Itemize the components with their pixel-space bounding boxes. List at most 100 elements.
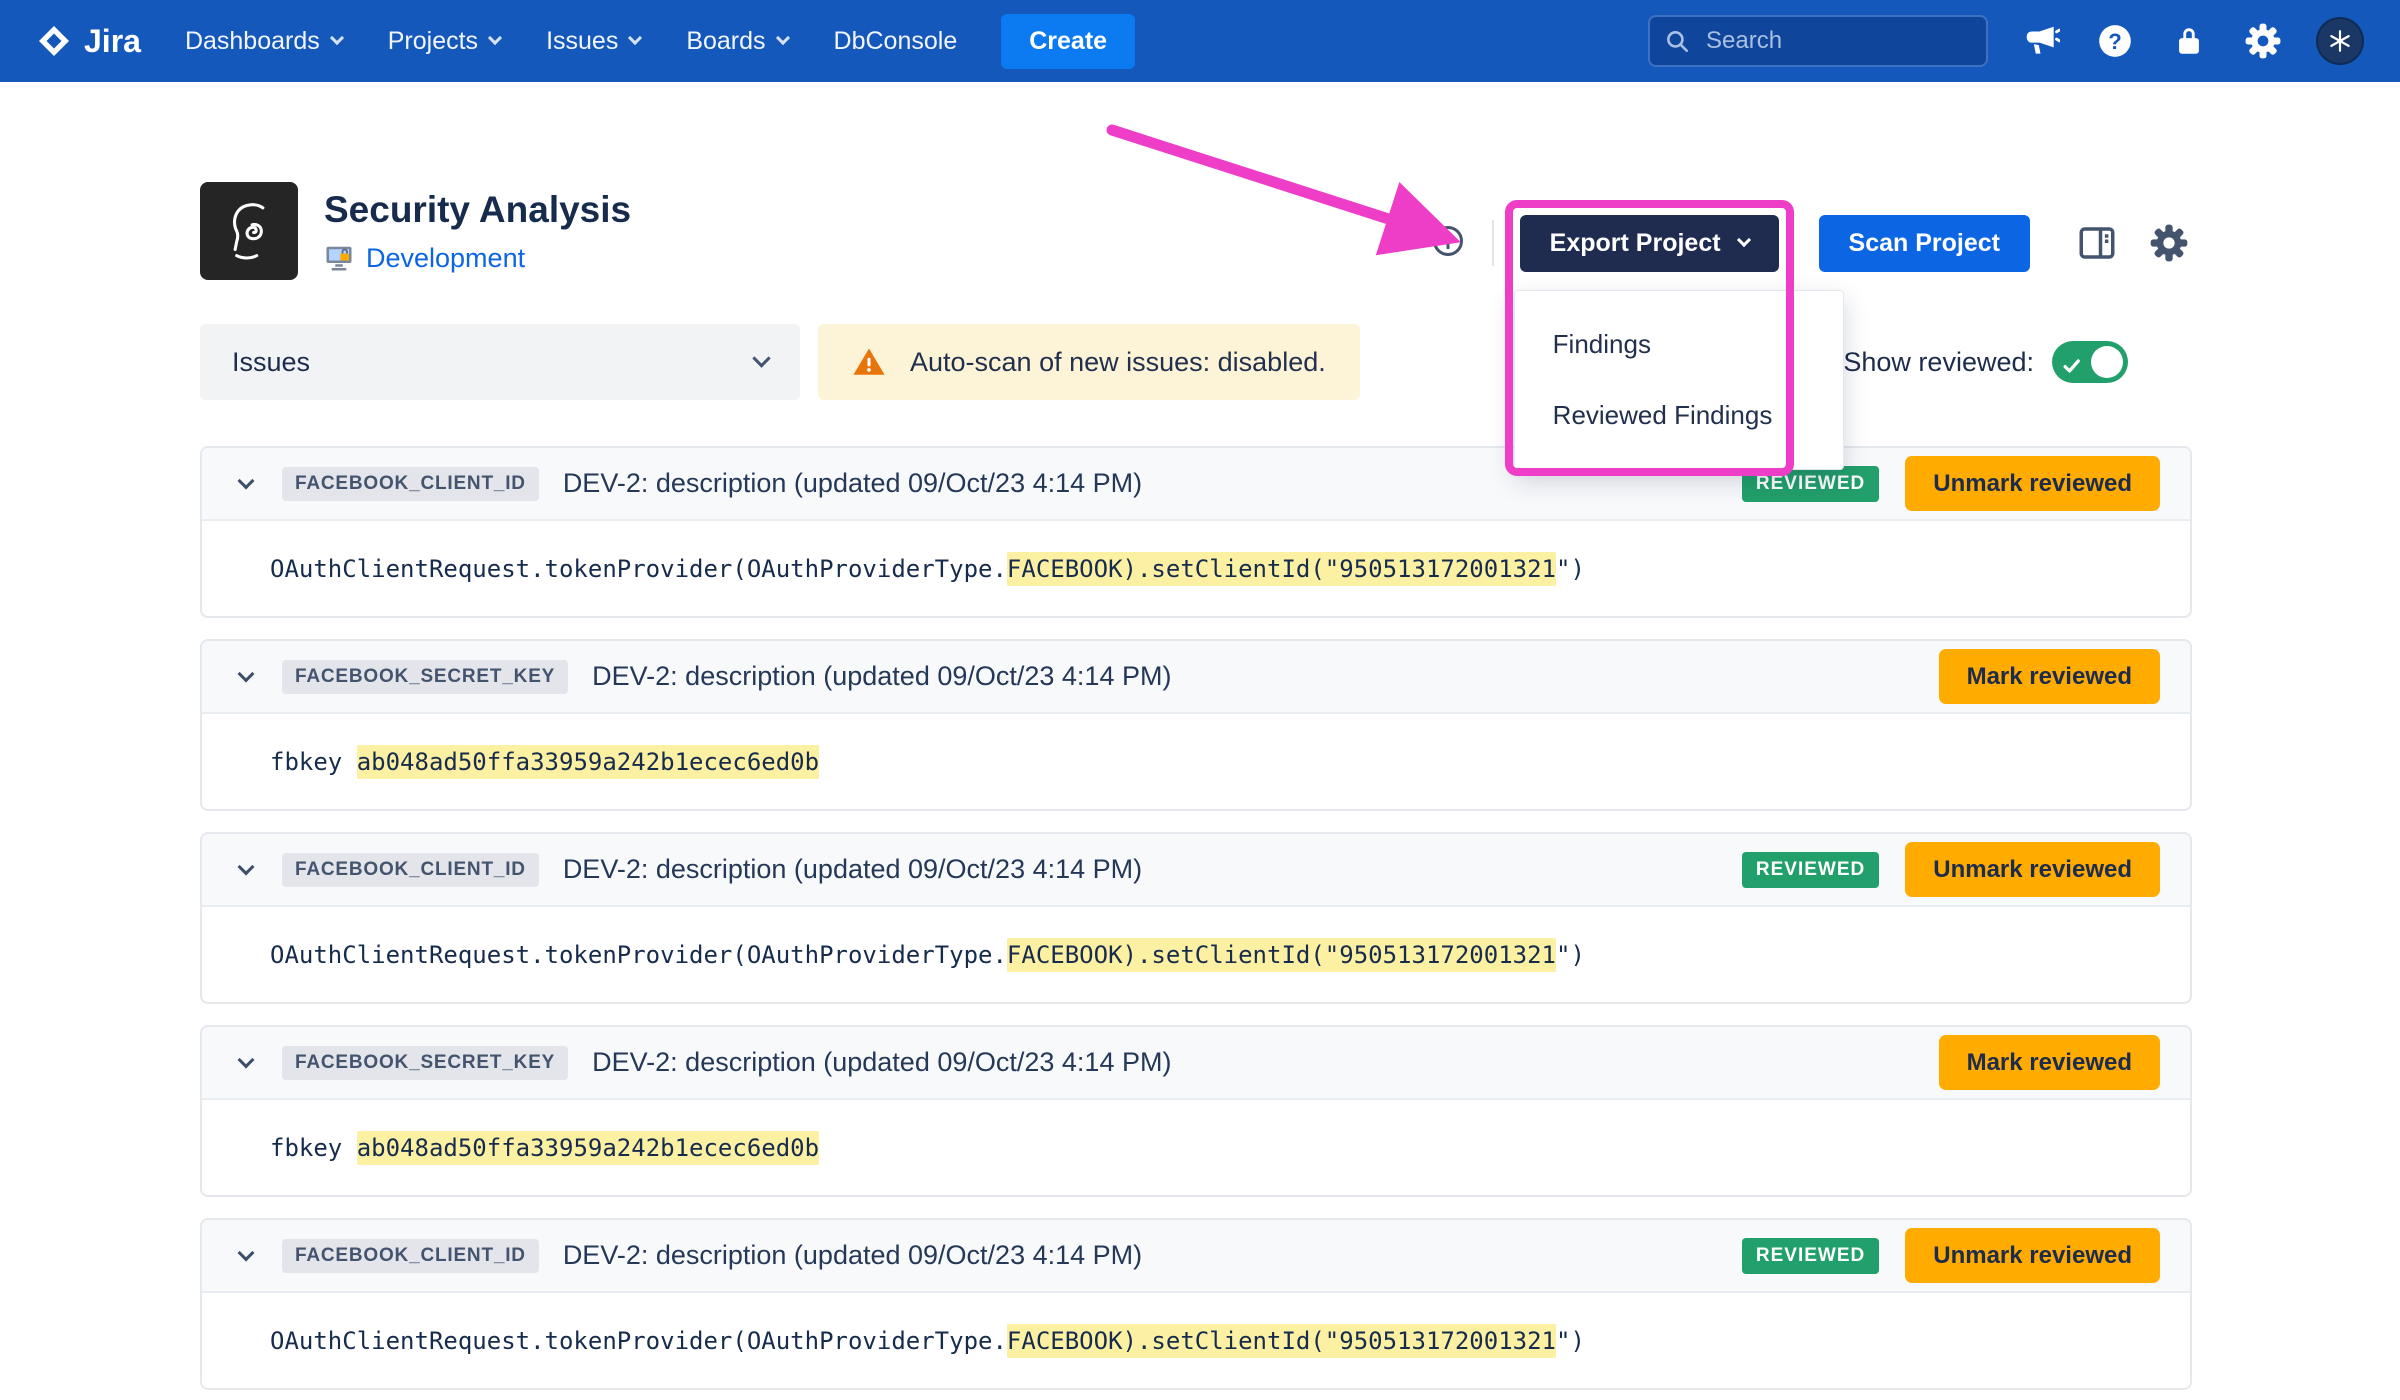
review-toggle-button[interactable]: Mark reviewed [1939,649,2160,704]
code-snippet: fbkey ab048ad50ffa33959a242b1ecec6ed0b [270,748,819,776]
show-reviewed-control: Show reviewed: [1843,341,2128,383]
search-input[interactable] [1648,15,1988,67]
finding-actions: REVIEWED Unmark reviewed [1742,842,2160,897]
nav-item-label: Projects [388,27,478,56]
finding-code: OAuthClientRequest.tokenProvider(OAuthPr… [202,907,2190,1002]
chevron-down-icon [488,31,502,45]
finding-header: FACEBOOK_SECRET_KEY DEV-2: description (… [202,641,2190,714]
code-snippet: OAuthClientRequest.tokenProvider(OAuthPr… [270,941,1585,969]
collapse-chevron-icon[interactable] [238,858,255,875]
finding-title: DEV-2: description (updated 09/Oct/23 4:… [563,468,1142,499]
chevron-down-icon [1736,233,1750,247]
warning-text: Auto-scan of new issues: disabled. [910,347,1326,378]
warning-icon [852,345,886,379]
finding-actions: Mark reviewed [1939,649,2160,704]
project-link-label: Development [366,243,525,274]
check-icon [2062,352,2082,383]
finding-type-badge: FACEBOOK_CLIENT_ID [282,467,539,501]
nav-item-dbconsole[interactable]: DbConsole [834,27,958,56]
project-identity: Security Analysis Development [200,182,631,280]
finding-type-badge: FACEBOOK_CLIENT_ID [282,1239,539,1273]
finding-header: FACEBOOK_SECRET_KEY DEV-2: description (… [202,1027,2190,1100]
review-toggle-button[interactable]: Mark reviewed [1939,1035,2160,1090]
project-settings-gear-icon[interactable] [2146,220,2192,266]
collapse-chevron-icon[interactable] [238,1244,255,1261]
announcements-icon[interactable] [2020,20,2062,62]
nav-item-projects[interactable]: Projects [388,27,500,56]
finding-title: DEV-2: description (updated 09/Oct/23 4:… [563,1240,1142,1271]
nav-item-label: DbConsole [834,27,958,56]
divider [1492,220,1494,266]
info-icon[interactable] [1430,223,1466,264]
chevron-down-icon [775,31,789,45]
finding-code: fbkey ab048ad50ffa33959a242b1ecec6ed0b [202,1100,2190,1195]
navbar-right: ? [1648,15,2364,67]
finding-title: DEV-2: description (updated 09/Oct/23 4:… [563,854,1142,885]
export-project-group: Export Project FindingsReviewed Findings [1520,215,1779,272]
collapse-chevron-icon[interactable] [238,1051,255,1068]
finding-type-badge: FACEBOOK_SECRET_KEY [282,1046,568,1080]
chevron-down-icon [330,31,344,45]
autoscan-warning-banner: Auto-scan of new issues: disabled. [818,324,1360,400]
top-navbar: Jira Dashboards Projects Issues Boards DbCon… [0,0,2400,82]
finding-header: FACEBOOK_CLIENT_ID DEV-2: description (u… [202,1220,2190,1293]
header-actions: Export Project FindingsReviewed Findings… [1430,215,2192,272]
help-icon[interactable]: ? [2094,20,2136,62]
finding-title: DEV-2: description (updated 09/Oct/23 4:… [592,1047,1171,1078]
finding-type-badge: FACEBOOK_SECRET_KEY [282,660,568,694]
reviewed-badge: REVIEWED [1742,852,1879,888]
project-header: Security Analysis Development [200,182,2192,280]
finding-card: FACEBOOK_CLIENT_ID DEV-2: description (u… [200,832,2192,1004]
findings-list: FACEBOOK_CLIENT_ID DEV-2: description (u… [200,446,2192,1390]
finding-header: FACEBOOK_CLIENT_ID DEV-2: description (u… [202,448,2190,521]
finding-actions: REVIEWED Unmark reviewed [1742,1228,2160,1283]
chevron-down-icon [752,349,770,367]
page-title: Security Analysis [324,189,631,231]
review-toggle-button[interactable]: Unmark reviewed [1905,456,2160,511]
finding-code: OAuthClientRequest.tokenProvider(OAuthPr… [202,521,2190,616]
export-project-button[interactable]: Export Project [1520,215,1779,272]
reviewed-badge: REVIEWED [1742,466,1879,502]
show-reviewed-toggle[interactable] [2052,341,2128,383]
finding-actions: Mark reviewed [1939,1035,2160,1090]
code-snippet: OAuthClientRequest.tokenProvider(OAuthPr… [270,1327,1585,1355]
nav-item-issues[interactable]: Issues [546,27,640,56]
code-snippet: OAuthClientRequest.tokenProvider(OAuthPr… [270,555,1585,583]
finding-card: FACEBOOK_SECRET_KEY DEV-2: description (… [200,1025,2192,1197]
code-snippet: fbkey ab048ad50ffa33959a242b1ecec6ed0b [270,1134,819,1162]
scan-project-button[interactable]: Scan Project [1819,215,2030,272]
show-reviewed-label: Show reviewed: [1843,347,2034,378]
export-menu-item-reviewed-findings[interactable]: Reviewed Findings [1515,380,1843,451]
chevron-down-icon [628,31,642,45]
issues-filter-label: Issues [232,347,310,378]
finding-card: FACEBOOK_SECRET_KEY DEV-2: description (… [200,639,2192,811]
finding-code: fbkey ab048ad50ffa33959a242b1ecec6ed0b [202,714,2190,809]
filter-toolbar: Issues Auto-scan of new issues: disabled… [200,324,2192,400]
export-project-label: Export Project [1550,229,1721,258]
jira-logo-icon [36,23,72,59]
jira-logo-text: Jira [84,23,141,60]
nav-menu: Dashboards Projects Issues Boards DbConsole [185,27,957,56]
review-toggle-button[interactable]: Unmark reviewed [1905,842,2160,897]
settings-icon[interactable] [2242,20,2284,62]
export-menu-item-findings[interactable]: Findings [1515,309,1843,380]
project-avatar [200,182,298,280]
reviewed-badge: REVIEWED [1742,1238,1879,1274]
layout-panels-icon[interactable] [2074,220,2120,266]
collapse-chevron-icon[interactable] [238,665,255,682]
user-avatar[interactable] [2316,17,2364,65]
toggle-knob [2091,346,2123,378]
issues-filter-select[interactable]: Issues [200,324,800,400]
project-link-development[interactable]: Development [324,243,631,274]
jira-logo[interactable]: Jira [36,23,141,60]
nav-item-label: Dashboards [185,27,320,56]
collapse-chevron-icon[interactable] [238,472,255,489]
global-search [1648,15,1988,67]
create-button[interactable]: Create [1001,14,1135,69]
lock-icon[interactable] [2168,20,2210,62]
nav-item-boards[interactable]: Boards [686,27,787,56]
finding-card: FACEBOOK_CLIENT_ID DEV-2: description (u… [200,446,2192,618]
review-toggle-button[interactable]: Unmark reviewed [1905,1228,2160,1283]
nav-item-dashboards[interactable]: Dashboards [185,27,342,56]
finding-card: FACEBOOK_CLIENT_ID DEV-2: description (u… [200,1218,2192,1390]
